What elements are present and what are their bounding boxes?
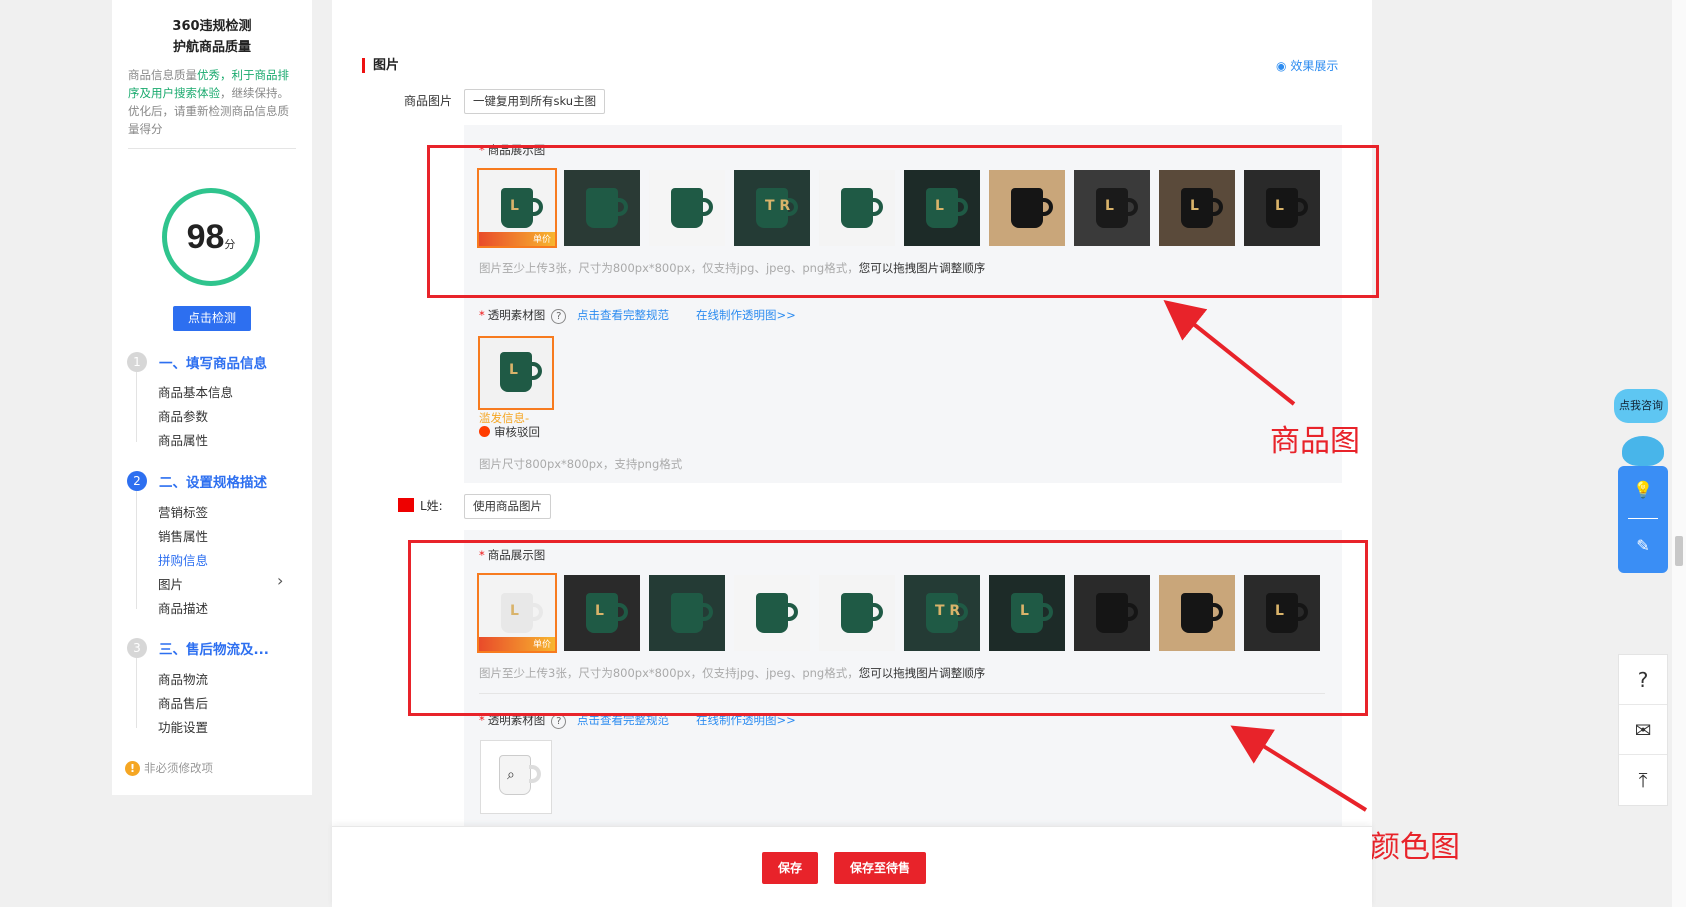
product-image-label: 商品图片	[404, 94, 453, 108]
product-image-annotation: 商品图	[1270, 424, 1360, 459]
desc-part1: 商品信息质量	[128, 68, 197, 82]
help-circle-icon[interactable]: ?	[1619, 655, 1667, 705]
sidebar-title-line2: 护航商品质量	[172, 40, 251, 55]
step-3-label: 三、售后物流及...	[159, 642, 269, 658]
quality-sidebar: 360违规检测 护航商品质量 商品信息质量优秀，利于商品排序及用户搜索体验，继续…	[112, 0, 312, 795]
effect-preview-link[interactable]: ◉ 效果展示	[1276, 57, 1338, 74]
transparent-label-text: 透明素材图	[487, 308, 546, 322]
make-transparent-link[interactable]: 在线制作透明图>>	[696, 307, 796, 323]
step-1-number: 1	[127, 352, 147, 372]
nav-item-function-settings[interactable]: 功能设置	[158, 717, 208, 736]
section-title: 图片	[362, 58, 399, 73]
tool-icon[interactable]: ✎	[1618, 536, 1668, 555]
check-button[interactable]: 点击检测	[173, 306, 251, 331]
save-button[interactable]: 保存	[762, 852, 818, 884]
rejected-dot-icon	[479, 426, 490, 437]
color-name-label: L姓:	[420, 499, 443, 513]
desc-part4: 优化后，请重新检测商品信息质量得分	[128, 104, 289, 136]
back-to-top-icon[interactable]: ⤒	[1619, 755, 1667, 805]
nav-item-params[interactable]: 商品参数	[158, 406, 208, 425]
step-2[interactable]: 2 二、设置规格描述	[127, 471, 267, 491]
view-spec-link[interactable]: 点击查看完整规范	[577, 307, 669, 323]
optional-note: ! 非必须修改项	[125, 760, 213, 776]
main-panel: 图片 ◉ 效果展示 商品图片 一键复用到所有sku主图 * 商品展示图 L 单价 T …	[332, 0, 1372, 907]
product-image-highlight-frame	[427, 145, 1379, 298]
nav-item-sales-attributes[interactable]: 销售属性	[158, 526, 208, 545]
transparent-hint: 图片尺寸800px*800px，支持png格式	[479, 457, 683, 471]
optional-note-text: 非必须修改项	[144, 761, 213, 775]
review-status-text: 审核驳回	[494, 425, 540, 439]
sidebar-title-line1: 360违规检测	[172, 19, 252, 34]
scroll-thumb[interactable]	[1675, 536, 1683, 566]
bottom-action-bar: 保存 保存至待售	[332, 826, 1372, 907]
step-connector	[136, 658, 137, 728]
warning-icon: !	[125, 760, 140, 776]
step-2-label: 二、设置规格描述	[159, 475, 267, 491]
nav-item-basic-info[interactable]: 商品基本信息	[158, 382, 233, 401]
color-image-annotation: 颜色图	[1370, 830, 1460, 865]
eye-icon: ◉	[1276, 59, 1287, 73]
consult-bubble[interactable]: 点我咨询	[1614, 389, 1668, 423]
sidebar-divider	[128, 148, 296, 149]
step-1[interactable]: 1 一、填写商品信息	[127, 352, 267, 372]
color-swatch	[398, 498, 414, 512]
step-1-label: 一、填写商品信息	[159, 356, 267, 372]
desc-part3: ，继续保持。	[220, 86, 289, 100]
assistant-panel: 💡 ✎	[1618, 466, 1668, 573]
mail-icon[interactable]: ✉	[1619, 705, 1667, 755]
nav-item-marketing-tags[interactable]: 营销标签	[158, 502, 208, 521]
whale-mascot-icon[interactable]	[1622, 436, 1664, 466]
quality-score-ring: 98 分	[162, 188, 260, 286]
sidebar-description: 商品信息质量优秀，利于商品排序及用户搜索体验，继续保持。 优化后，请重新检测商品…	[112, 58, 312, 138]
nav-item-images[interactable]: 图片	[158, 574, 183, 593]
help-icon[interactable]: ?	[551, 714, 567, 729]
use-product-image-button[interactable]: 使用商品图片	[464, 494, 551, 519]
floating-tools: ? ✉ ⤒	[1618, 654, 1668, 806]
nav-item-attributes[interactable]: 商品属性	[158, 430, 208, 449]
reuse-all-sku-button[interactable]: 一键复用到所有sku主图	[464, 89, 606, 114]
nav-item-group-buy[interactable]: 拼购信息	[158, 550, 208, 569]
step-3[interactable]: 3 三、售后物流及...	[127, 638, 269, 658]
step-3-number: 3	[127, 638, 147, 658]
review-status: 审核驳回	[479, 424, 540, 440]
zoom-icon: ⌕	[507, 767, 515, 783]
panel-separator	[1628, 518, 1658, 519]
sidebar-title: 360违规检测 护航商品质量	[112, 0, 312, 58]
nav-item-after-sales[interactable]: 商品售后	[158, 693, 208, 712]
page-scrollbar[interactable]	[1672, 0, 1686, 907]
step-connector	[136, 491, 137, 609]
score-unit: 分	[224, 238, 236, 251]
transparent-image-thumb-2[interactable]: ⌕	[480, 740, 552, 814]
effect-link-text: 效果展示	[1290, 59, 1339, 73]
step-connector	[136, 372, 137, 442]
transparent-image-label: * 透明素材图?	[479, 307, 567, 324]
step-2-number: 2	[127, 471, 147, 491]
quality-score: 98	[186, 217, 225, 256]
color-image-highlight-frame	[408, 540, 1368, 716]
transparent-image-thumb[interactable]: L	[478, 336, 554, 410]
nav-item-logistics[interactable]: 商品物流	[158, 669, 208, 688]
lightbulb-icon[interactable]: 💡	[1618, 480, 1668, 499]
nav-item-description[interactable]: 商品描述	[158, 598, 208, 617]
save-pending-button[interactable]: 保存至待售	[834, 852, 926, 884]
chevron-right-icon: ›	[277, 571, 284, 590]
help-icon[interactable]: ?	[551, 309, 567, 324]
